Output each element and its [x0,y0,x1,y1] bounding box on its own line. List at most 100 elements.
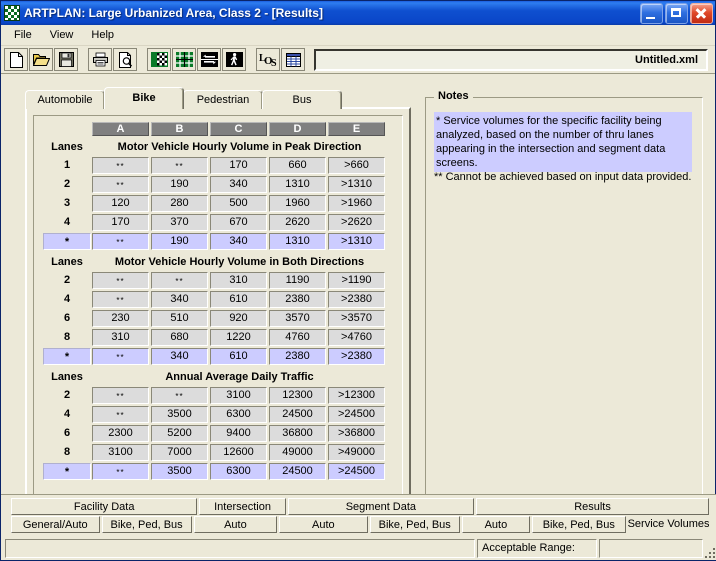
value-cell-e[interactable]: >1190 [328,272,385,289]
bottom-nav-item-service-volumes-7[interactable]: Service Volumes [627,516,709,533]
value-cell-d[interactable]: 24500 [269,406,326,423]
value-cell-e[interactable]: >24500 [328,406,385,423]
value-cell-b[interactable]: 340 [151,348,208,365]
value-cell-b[interactable]: 340 [151,291,208,308]
tab-bike[interactable]: Bike [104,87,184,109]
value-cell-b[interactable]: 7000 [151,444,208,461]
close-button[interactable] [690,2,713,24]
value-cell-d[interactable]: 1310 [269,176,326,193]
value-cell-a[interactable]: 170 [92,214,149,231]
value-cell-e[interactable]: >12300 [328,387,385,404]
value-cell-b[interactable]: 510 [151,310,208,327]
open-file-button[interactable] [29,48,53,71]
value-cell-e[interactable]: >36800 [328,425,385,442]
value-cell-c[interactable]: 12600 [210,444,267,461]
value-cell-e[interactable]: >3570 [328,310,385,327]
bottom-nav-item-bike-ped-bus-6[interactable]: Bike, Ped, Bus [531,516,626,533]
menu-item-help[interactable]: Help [82,27,123,43]
value-cell-a[interactable]: ** [92,291,149,308]
bottom-nav-group-segment-data[interactable]: Segment Data [287,498,475,515]
menu-item-view[interactable]: View [41,27,83,43]
value-cell-d[interactable]: 4760 [269,329,326,346]
print-button[interactable] [88,48,112,71]
los-button[interactable]: L O S [256,48,280,71]
value-cell-e[interactable]: >1960 [328,195,385,212]
save-file-button[interactable] [54,48,78,71]
value-cell-c[interactable]: 310 [210,272,267,289]
value-cell-d[interactable]: 12300 [269,387,326,404]
value-cell-d[interactable]: 36800 [269,425,326,442]
value-cell-d[interactable]: 1310 [269,233,326,250]
value-cell-b[interactable]: 3500 [151,463,208,480]
value-cell-a[interactable]: ** [92,406,149,423]
value-cell-c[interactable]: 340 [210,233,267,250]
value-cell-a[interactable]: ** [92,176,149,193]
value-cell-a[interactable]: 310 [92,329,149,346]
value-cell-e[interactable]: >1310 [328,233,385,250]
value-cell-e[interactable]: >660 [328,157,385,174]
bottom-nav-item-bike-ped-bus-4[interactable]: Bike, Ped, Bus [369,516,460,533]
intersection-button[interactable] [172,48,196,71]
value-cell-c[interactable]: 6300 [210,463,267,480]
maximize-button[interactable] [665,2,688,24]
value-cell-b[interactable]: 280 [151,195,208,212]
value-cell-b[interactable]: 190 [151,233,208,250]
value-cell-b[interactable]: 5200 [151,425,208,442]
bottom-nav-item-auto-3[interactable]: Auto [279,516,368,533]
value-cell-a[interactable]: 120 [92,195,149,212]
value-cell-c[interactable]: 6300 [210,406,267,423]
value-cell-b[interactable]: 680 [151,329,208,346]
value-cell-b[interactable]: 3500 [151,406,208,423]
value-cell-e[interactable]: >2620 [328,214,385,231]
value-cell-b[interactable]: ** [151,387,208,404]
bottom-nav-group-results[interactable]: Results [476,498,709,515]
value-cell-c[interactable]: 670 [210,214,267,231]
value-cell-d[interactable]: 2620 [269,214,326,231]
bottom-nav-group-intersection[interactable]: Intersection [199,498,286,515]
segment-button[interactable] [197,48,221,71]
value-cell-c[interactable]: 9400 [210,425,267,442]
value-cell-d[interactable]: 1190 [269,272,326,289]
value-cell-d[interactable]: 24500 [269,463,326,480]
value-cell-c[interactable]: 1220 [210,329,267,346]
value-cell-e[interactable]: >49000 [328,444,385,461]
value-cell-a[interactable]: ** [92,272,149,289]
value-cell-c[interactable]: 340 [210,176,267,193]
tab-pedestrian[interactable]: Pedestrian [183,90,263,109]
value-cell-b[interactable]: 370 [151,214,208,231]
bottom-nav-item-bike-ped-bus-1[interactable]: Bike, Ped, Bus [101,516,192,533]
menu-item-file[interactable]: File [5,27,41,43]
value-cell-a[interactable]: ** [92,348,149,365]
value-cell-d[interactable]: 3570 [269,310,326,327]
value-cell-c[interactable]: 610 [210,348,267,365]
bottom-nav-item-auto-5[interactable]: Auto [461,516,530,533]
value-cell-c[interactable]: 3100 [210,387,267,404]
minimize-button[interactable] [640,2,663,24]
value-cell-e[interactable]: >4760 [328,329,385,346]
resize-grip-icon[interactable] [701,544,715,558]
bottom-nav-group-facility-data[interactable]: Facility Data [11,498,198,515]
file-name-field[interactable]: Untitled.xml [314,48,708,71]
value-cell-c[interactable]: 170 [210,157,267,174]
map-button[interactable] [147,48,171,71]
value-cell-d[interactable]: 660 [269,157,326,174]
value-cell-b[interactable]: 190 [151,176,208,193]
value-cell-d[interactable]: 49000 [269,444,326,461]
value-cell-d[interactable]: 1960 [269,195,326,212]
value-cell-c[interactable]: 610 [210,291,267,308]
value-cell-e[interactable]: >24500 [328,463,385,480]
value-cell-a[interactable]: 3100 [92,444,149,461]
value-cell-c[interactable]: 500 [210,195,267,212]
value-cell-b[interactable]: ** [151,272,208,289]
value-cell-a[interactable]: ** [92,233,149,250]
bottom-nav-item-auto-2[interactable]: Auto [193,516,278,533]
value-cell-b[interactable]: ** [151,157,208,174]
bottom-nav-item-general-auto-0[interactable]: General/Auto [11,516,100,533]
value-cell-e[interactable]: >2380 [328,291,385,308]
value-cell-a[interactable]: 230 [92,310,149,327]
new-file-button[interactable] [4,48,28,71]
value-cell-a[interactable]: 2300 [92,425,149,442]
value-cell-d[interactable]: 2380 [269,348,326,365]
value-cell-c[interactable]: 920 [210,310,267,327]
value-cell-d[interactable]: 2380 [269,291,326,308]
